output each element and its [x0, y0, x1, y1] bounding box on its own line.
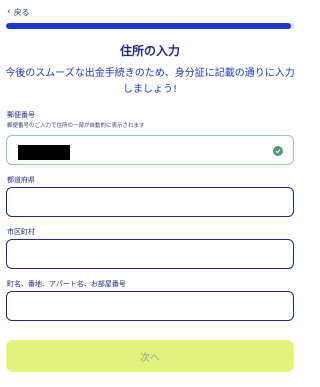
next-button[interactable]: 次へ: [6, 340, 294, 372]
back-label: 戻る: [13, 8, 30, 17]
chevron-left-icon: ‹: [7, 7, 11, 17]
prefecture-input[interactable]: [7, 188, 293, 216]
progress-bar: [6, 23, 294, 29]
page-title: 住所の入力: [119, 44, 180, 58]
address-line-field[interactable]: [6, 291, 294, 321]
redaction-block: [18, 145, 70, 160]
page-subtitle: 今後のスムーズな出金手続きのため、身分証に記載の通りに入力 しましょう!: [0, 66, 300, 98]
prefecture-field[interactable]: [6, 187, 294, 217]
city-field[interactable]: [6, 239, 294, 269]
postal-code-hint: 郵便番号のご入力で住所の一部が自動的に表示されます: [7, 123, 145, 129]
postal-code-field[interactable]: [6, 135, 294, 165]
back-link[interactable]: ‹ 戻る: [7, 7, 30, 18]
subtitle-line-1: 今後のスムーズな出金手続きのため、身分証に記載の通りに入力: [5, 68, 295, 79]
subtitle-line-2: しましょう!: [122, 84, 177, 95]
city-input[interactable]: [7, 240, 293, 268]
address-line-label: 町名、番地、アパート名、お部屋番号: [7, 280, 126, 288]
address-entry-screen: ‹ 戻る 住所の入力 今後のスムーズな出金手続きのため、身分証に記載の通りに入力…: [0, 0, 300, 387]
address-line-input[interactable]: [7, 292, 293, 320]
city-label: 市区町村: [7, 228, 35, 236]
check-icon: [273, 146, 283, 156]
postal-code-label: 郵便番号: [7, 111, 35, 119]
progress-fill: [6, 23, 292, 29]
prefecture-label: 都道府県: [7, 176, 35, 184]
